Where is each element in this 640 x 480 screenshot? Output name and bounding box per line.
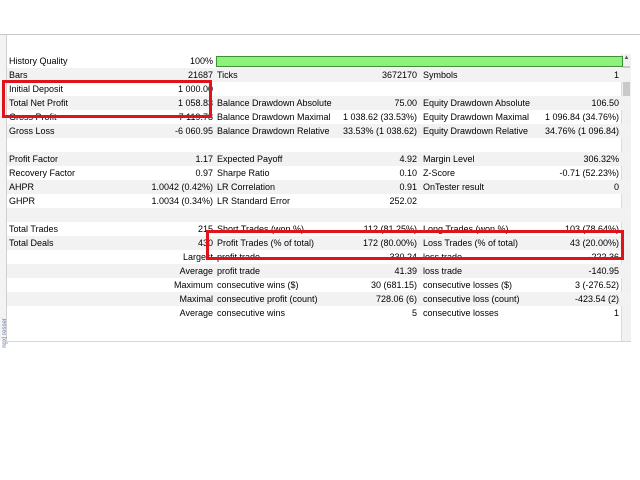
row-value-v2: 43 (20.00%) — [569, 238, 619, 248]
report-row: GHPR 1.0034 (0.34%) LR Standard Error 252.0… — [7, 194, 631, 208]
row-value-v2: 1 — [613, 70, 619, 80]
report-row: Maximum consecutive wins ($) 30 (681.15) co… — [7, 278, 631, 292]
row-value-v1: 252.02 — [389, 196, 417, 206]
report-row: Recovery Factor 0.97 Sharpe Ratio 0.10 Z-Sco… — [7, 166, 631, 180]
row-value-v1: 172 (80.00%) — [362, 238, 417, 248]
row-value-v1: 1 038.62 (33.53%) — [342, 112, 417, 122]
report-row: History Quality 100% — [7, 54, 631, 68]
report-row — [7, 208, 631, 222]
row-value-v2: 1 096.84 (34.76%) — [544, 112, 619, 122]
report-row: Gross Loss -6 060.95 Balance Drawdown Rela… — [7, 124, 631, 138]
report-row — [7, 138, 631, 152]
row-value-v2: 103 (78.64%) — [564, 224, 619, 234]
row-value-v0: 1 058.83 — [177, 98, 213, 108]
report-row: Initial Deposit 1 000.00 — [7, 82, 631, 96]
row-value-v0: -6 060.95 — [174, 126, 213, 136]
row-value-v2: 106.50 — [591, 98, 619, 108]
row-value-v2: 306.32% — [583, 154, 619, 164]
row-value-v1: 33.53% (1 038.62) — [342, 126, 417, 136]
report-row: Gross Profit 7 119.78 Balance Drawdown Max… — [7, 110, 631, 124]
row-value-v0: Average — [179, 308, 213, 318]
row-value-v0: 100% — [189, 56, 213, 66]
row-value-v1: 330.24 — [389, 252, 417, 262]
report-row: Average profit trade 41.39 loss trade -140.9… — [7, 264, 631, 278]
row-value-v1: 5 — [411, 308, 417, 318]
row-value-v0: 1.0042 (0.42%) — [151, 182, 213, 192]
row-value-v2: 34.76% (1 096.84) — [544, 126, 619, 136]
report-row: Largest profit trade 330.24 loss trade -222.… — [7, 250, 631, 264]
row-value-v1: 41.39 — [394, 266, 417, 276]
row-value-v1: 728.06 (6) — [375, 294, 417, 304]
row-value-v0: 430 — [197, 238, 213, 248]
row-value-v1: 0.10 — [399, 168, 417, 178]
row-value-v0: 1 000.00 — [177, 84, 213, 94]
report-row: Total Net Profit 1 058.83 Balance Drawdown… — [7, 96, 631, 110]
row-value-v1: 75.00 — [394, 98, 417, 108]
report-row: Total Trades 215 Short Trades (won %) 112 (… — [7, 222, 631, 236]
row-value-v0: 21687 — [187, 70, 213, 80]
window-top-bar — [0, 0, 640, 35]
row-value-v2: -0.71 (52.23%) — [559, 168, 619, 178]
row-value-v0: Maximal — [179, 294, 213, 304]
report-row: Average consecutive wins 5 consecutive loss… — [7, 306, 631, 320]
left-vertical-tab-strip[interactable]: ngx| resser — [0, 35, 8, 348]
row-value-v2: 0 — [613, 182, 619, 192]
row-value-v2: 1 — [613, 308, 619, 318]
row-value-v1: 30 (681.15) — [370, 280, 417, 290]
report-row: Bars 21687 Ticks 3672170 Symbols 1 — [7, 68, 631, 82]
report-row: AHPR 1.0042 (0.42%) LR Correlation 0.91 OnTe… — [7, 180, 631, 194]
row-value-v1: 112 (81.25%) — [363, 224, 417, 234]
report-row: Maximal consecutive profit (count) 728.06 … — [7, 292, 631, 306]
row-value-v1: 3672170 — [381, 70, 417, 80]
row-value-v0: Maximum — [173, 280, 213, 290]
row-value-v0: 7 119.78 — [178, 112, 213, 122]
tester-report-table: ▲ History Quality 100% Bars 21687 Ticks 36721… — [7, 54, 631, 342]
row-value-v0: 215 — [197, 224, 213, 234]
row-value-v2: 3 (-276.52) — [574, 280, 619, 290]
row-value-v1: 0.91 — [399, 182, 417, 192]
row-value-v0: 1.17 — [195, 154, 213, 164]
row-value-v0: 0.97 — [195, 168, 213, 178]
report-row: Profit Factor 1.17 Expected Payoff 4.92 Marg… — [7, 152, 631, 166]
row-value-v0: Average — [179, 266, 213, 276]
report-row: Total Deals 430 Profit Trades (% of total)… — [7, 236, 631, 250]
row-value-v2: -222.36 — [588, 252, 619, 262]
history-quality-bar — [216, 56, 623, 67]
row-value-v2: -140.95 — [588, 266, 619, 276]
row-value-v2: -423.54 (2) — [574, 294, 619, 304]
row-value-v1: 4.92 — [399, 154, 417, 164]
row-value-v0: 1.0034 (0.34%) — [151, 196, 213, 206]
row-value-v0: Largest — [182, 252, 213, 262]
